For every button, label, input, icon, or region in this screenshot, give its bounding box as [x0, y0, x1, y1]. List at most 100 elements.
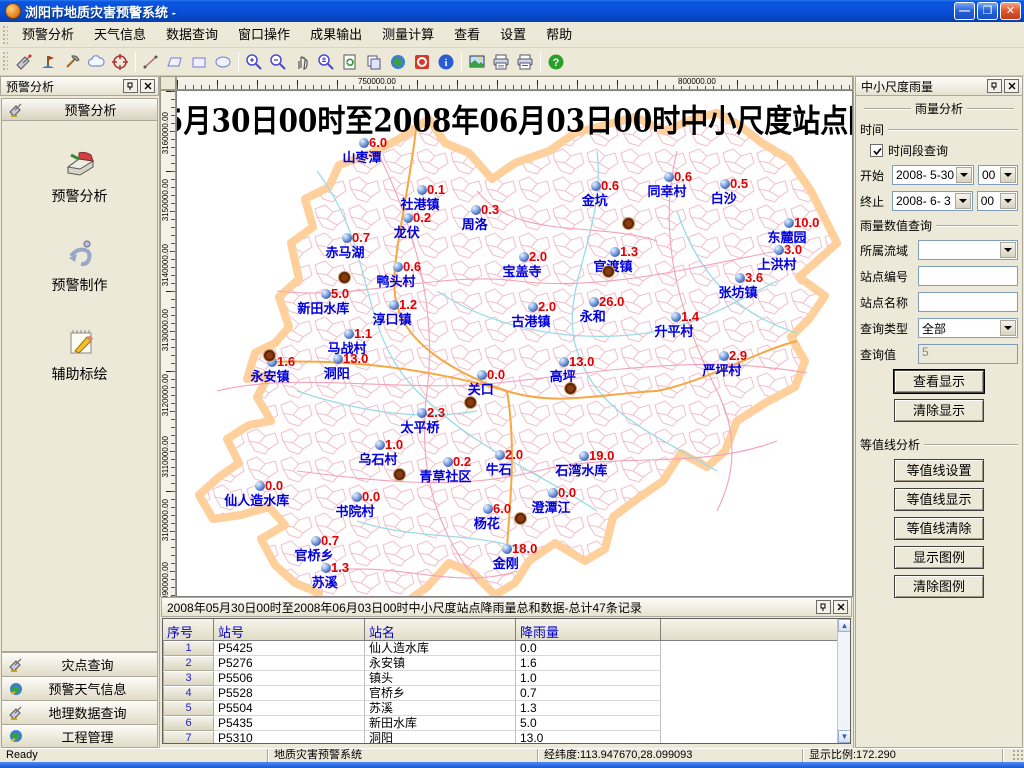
table-row[interactable]: 1 P5425 仙人造水库 0.0: [163, 641, 850, 656]
menu-7[interactable]: 设置: [490, 24, 536, 46]
contour-button-3[interactable]: 显示图例: [894, 546, 984, 569]
cloud-icon[interactable]: [84, 50, 108, 74]
left-panel-bar-2[interactable]: 地理数据查询: [1, 700, 158, 724]
table-row[interactable]: 5 P5504 苏溪 1.3: [163, 701, 850, 716]
query-type-select[interactable]: 全部: [918, 318, 1018, 338]
refresh-icon[interactable]: [338, 50, 362, 74]
menu-4[interactable]: 成果输出: [300, 24, 372, 46]
ellipse-icon[interactable]: [211, 50, 235, 74]
copy-icon[interactable]: [362, 50, 386, 74]
query-value-input[interactable]: 5: [918, 344, 1018, 364]
pin-icon[interactable]: [816, 600, 831, 614]
info-icon[interactable]: i: [434, 50, 458, 74]
close-icon[interactable]: [1004, 79, 1019, 93]
menu-6[interactable]: 查看: [444, 24, 490, 46]
column-header-1[interactable]: 站号: [214, 619, 365, 640]
chevron-down-icon[interactable]: [1000, 193, 1016, 209]
contour-button-2[interactable]: 等值线清除: [894, 517, 984, 540]
basin-select[interactable]: [918, 240, 1018, 260]
table-row[interactable]: 3 P5506 镇头 1.0: [163, 671, 850, 686]
start-hour-select[interactable]: 00: [978, 165, 1018, 185]
scroll-down-icon[interactable]: ▼: [838, 730, 851, 743]
chevron-down-icon[interactable]: [955, 193, 971, 209]
menu-5[interactable]: 测量计算: [372, 24, 444, 46]
minimize-button[interactable]: —: [954, 2, 975, 20]
menu-1[interactable]: 天气信息: [84, 24, 156, 46]
left-panel-bar-1[interactable]: 预警天气信息: [1, 676, 158, 700]
resize-grip[interactable]: [1012, 749, 1024, 762]
table-row[interactable]: 6 P5435 新田水库 5.0: [163, 716, 850, 731]
start-date-select[interactable]: 2008- 5-30: [892, 165, 974, 185]
stop-icon[interactable]: [410, 50, 434, 74]
cell-rainfall: 0.0: [516, 641, 661, 656]
toolbar-grip[interactable]: [2, 51, 8, 73]
chevron-down-icon[interactable]: [1000, 242, 1016, 258]
chevron-down-icon[interactable]: [956, 167, 972, 183]
chevron-down-icon[interactable]: [1000, 167, 1016, 183]
close-button[interactable]: ✕: [1000, 2, 1021, 20]
column-header-2[interactable]: 站名: [365, 619, 516, 640]
horizontal-ruler: 750000.00800000.00: [176, 76, 853, 90]
line-icon[interactable]: [139, 50, 163, 74]
contour-button-0[interactable]: 等值线设置: [894, 459, 984, 482]
table-row[interactable]: 2 P5276 永安镇 1.6: [163, 656, 850, 671]
left-panel-header[interactable]: 预警分析: [1, 98, 158, 121]
contour-button-1[interactable]: 等值线显示: [894, 488, 984, 511]
pin-icon[interactable]: [123, 79, 138, 93]
close-icon[interactable]: [833, 600, 848, 614]
column-header-0[interactable]: 序号: [163, 619, 214, 640]
tool-2[interactable]: 辅助标绘: [20, 325, 140, 384]
table-row[interactable]: 7 P5310 洞阳 13.0: [163, 731, 850, 744]
target-icon[interactable]: [108, 50, 132, 74]
left-panel-bar-0[interactable]: 灾点查询: [1, 652, 158, 676]
print-icon[interactable]: [489, 50, 513, 74]
tool-1[interactable]: 预警制作: [20, 236, 140, 295]
maximize-button[interactable]: ❐: [977, 2, 998, 20]
cell-station-id: P5435: [214, 716, 365, 731]
satellite-icon[interactable]: [12, 50, 36, 74]
rectangle-icon[interactable]: [187, 50, 211, 74]
menu-8[interactable]: 帮助: [536, 24, 582, 46]
pick-icon[interactable]: [60, 50, 84, 74]
contour-button-4[interactable]: 清除图例: [894, 575, 984, 598]
time-range-checkbox[interactable]: [870, 144, 883, 157]
menu-2[interactable]: 数据查询: [156, 24, 228, 46]
zoom-extent-icon[interactable]: [314, 50, 338, 74]
station-name: 张坊镇: [719, 282, 758, 301]
show-display-button[interactable]: 查看显示: [894, 370, 984, 393]
table-row[interactable]: 4 P5528 官桥乡 0.7: [163, 686, 850, 701]
zoom-out-icon[interactable]: [266, 50, 290, 74]
menu-grip[interactable]: [2, 25, 8, 45]
help-icon[interactable]: ?: [544, 50, 568, 74]
image-icon[interactable]: [465, 50, 489, 74]
station-id-input[interactable]: [918, 266, 1018, 286]
table-scrollbar[interactable]: ▲ ▼: [837, 619, 850, 743]
result-table[interactable]: 序号站号站名降雨量 1 P5425 仙人造水库 0.0 2 P5276 永安镇 …: [162, 618, 851, 744]
menu-3[interactable]: 窗口操作: [228, 24, 300, 46]
print2-icon[interactable]: [513, 50, 537, 74]
end-hour-select[interactable]: 00: [977, 191, 1018, 211]
pin-icon[interactable]: [987, 79, 1002, 93]
left-panel-bar-3[interactable]: 工程管理: [1, 724, 158, 748]
column-header-3[interactable]: 降雨量: [516, 619, 661, 640]
clear-display-button[interactable]: 清除显示: [894, 399, 984, 422]
close-icon[interactable]: [140, 79, 155, 93]
end-date-select[interactable]: 2008- 6- 3: [892, 191, 973, 211]
scroll-up-icon[interactable]: ▲: [838, 619, 851, 632]
tool-0[interactable]: 预警分析: [20, 147, 140, 206]
cell-rainfall: 13.0: [516, 731, 661, 744]
polygon-icon[interactable]: [163, 50, 187, 74]
chevron-down-icon[interactable]: [1000, 320, 1016, 336]
globe-icon[interactable]: [386, 50, 410, 74]
cell-station-id: P5504: [214, 701, 365, 716]
flag-tool-icon[interactable]: [36, 50, 60, 74]
left-panel: 预警分析 预警分析 预警分析 预警制作 辅助标绘 灾点查询 预警天气信息 地理数…: [0, 76, 160, 748]
menu-0[interactable]: 预警分析: [12, 24, 84, 46]
station-name-input[interactable]: [918, 292, 1018, 312]
map-canvas[interactable]: 5月30日00时至2008年06月03日00时中小尺度站点降雨量 6.0 山枣潭…: [176, 90, 853, 597]
station-name: 新田水库: [297, 298, 349, 317]
zoom-in-icon[interactable]: [242, 50, 266, 74]
row-index: 2: [163, 656, 214, 671]
cell-station-name: 仙人造水库: [365, 641, 516, 656]
pan-icon[interactable]: [290, 50, 314, 74]
